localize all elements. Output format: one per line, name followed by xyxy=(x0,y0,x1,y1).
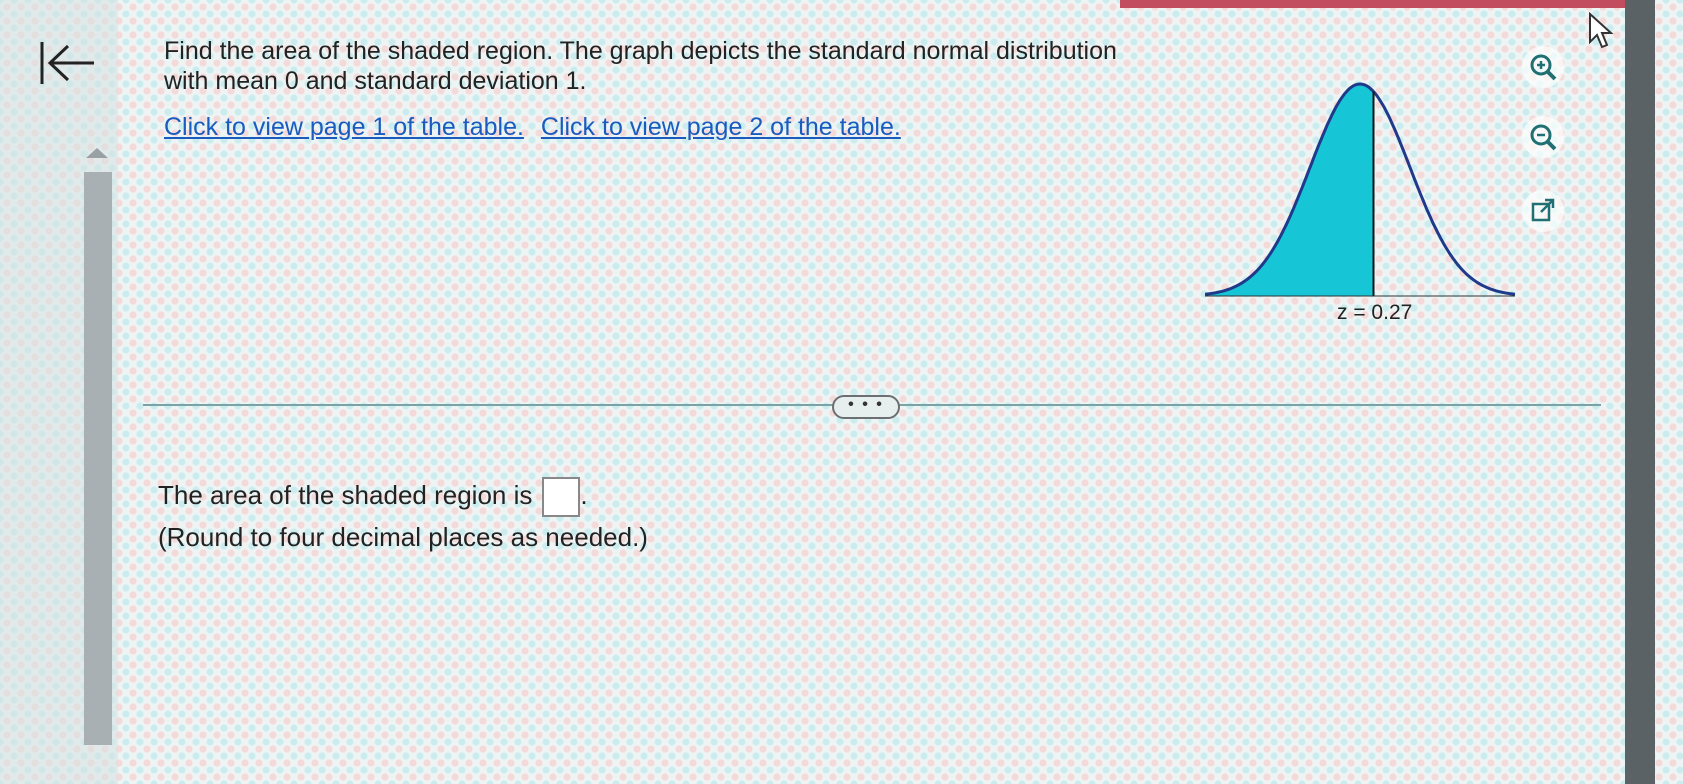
table-page-2-link[interactable]: Click to view page 2 of the table. xyxy=(541,113,901,141)
top-accent-bar xyxy=(1120,0,1628,8)
question-text: Find the area of the shaded region. The … xyxy=(164,37,1117,95)
more-options-button[interactable]: • • • xyxy=(832,395,900,419)
answer-prompt: The area of the shaded region is xyxy=(158,480,533,510)
scroll-up-arrow[interactable] xyxy=(86,148,108,158)
zoom-in-button[interactable] xyxy=(1522,46,1564,88)
mouse-cursor-icon xyxy=(1589,12,1614,49)
right-edge-bar xyxy=(1625,0,1655,784)
table-page-1-link[interactable]: Click to view page 1 of the table. xyxy=(164,113,524,141)
normal-distribution-graph xyxy=(1205,82,1515,297)
table-links: Click to view page 1 of the table. Click… xyxy=(164,113,911,142)
answer-line: The area of the shaded region is. xyxy=(158,475,648,518)
answer-period: . xyxy=(580,480,588,510)
shaded-region xyxy=(1205,84,1374,296)
scrollbar[interactable] xyxy=(84,172,112,745)
external-link-icon xyxy=(1531,198,1555,222)
collapse-left-icon[interactable] xyxy=(38,38,98,88)
z-value-label: z = 0.27 xyxy=(1337,301,1413,324)
rounding-instruction: (Round to four decimal places as needed.… xyxy=(158,522,648,553)
zoom-out-button[interactable] xyxy=(1522,116,1564,158)
popout-button[interactable] xyxy=(1522,190,1564,232)
answer-input[interactable] xyxy=(542,477,581,518)
zoom-in-icon xyxy=(1530,54,1557,81)
answer-section: The area of the shaded region is. (Round… xyxy=(158,475,648,557)
zoom-out-icon xyxy=(1530,124,1557,151)
